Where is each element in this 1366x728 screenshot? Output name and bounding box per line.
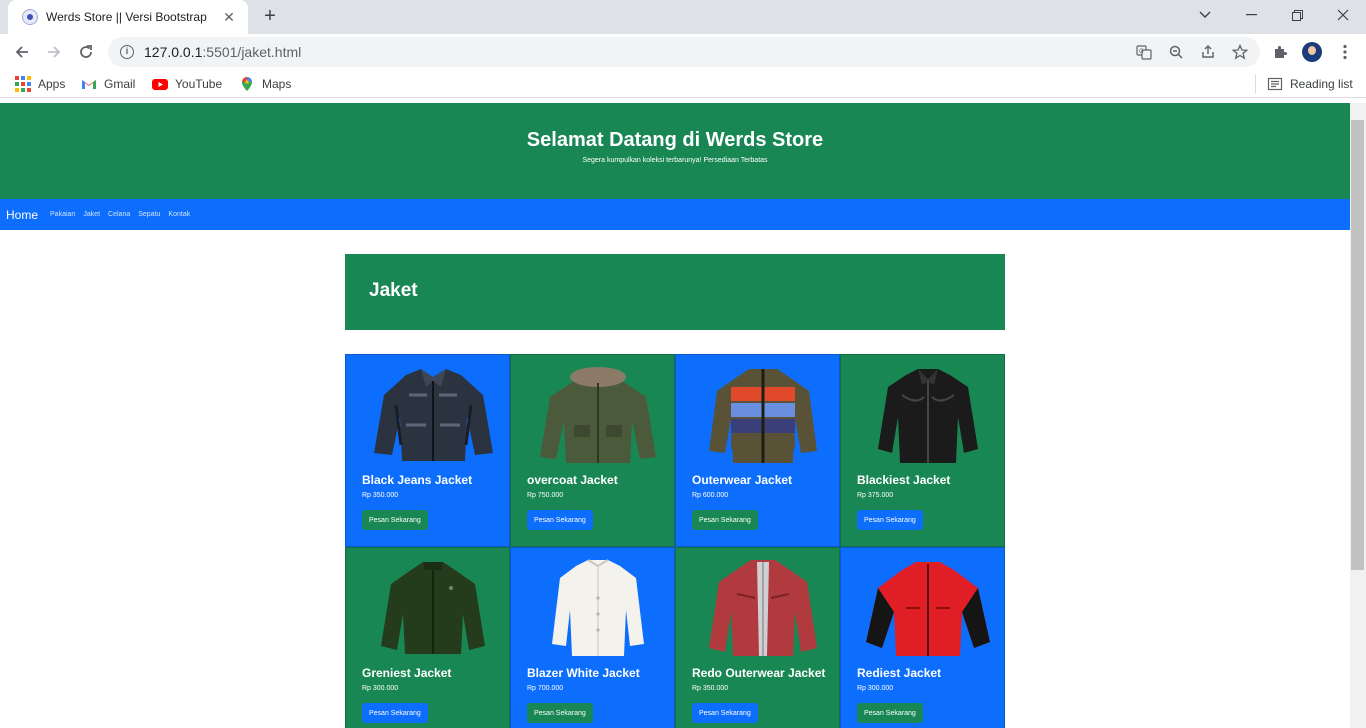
bookmarks-bar: Apps Gmail YouTube Maps Reading list xyxy=(0,70,1366,98)
tab-close-icon[interactable]: ✕ xyxy=(220,9,238,26)
product-image xyxy=(371,363,496,467)
restore-icon[interactable] xyxy=(1274,0,1320,30)
maps-icon xyxy=(239,76,255,92)
reading-list-label: Reading list xyxy=(1290,77,1353,91)
nav-link-pakaian[interactable]: Pakaian xyxy=(50,211,75,218)
bookmark-label: Gmail xyxy=(104,77,136,91)
order-button[interactable]: Pesan Sekarang xyxy=(857,510,923,530)
menu-kebab-icon[interactable] xyxy=(1335,42,1355,62)
product-card: Greniest Jacket Rp 300.000 Pesan Sekarang xyxy=(345,547,510,728)
product-image xyxy=(536,556,661,660)
url-text: 127.0.0.1:5501/jaket.html xyxy=(144,44,302,60)
site-favicon-icon xyxy=(22,9,38,25)
close-window-icon[interactable] xyxy=(1320,0,1366,30)
product-image xyxy=(866,363,991,467)
bookmark-youtube[interactable]: YouTube xyxy=(152,75,222,93)
product-price: Rp 700.000 xyxy=(527,685,564,692)
product-image xyxy=(701,363,826,467)
bookmark-star-icon[interactable] xyxy=(1231,43,1249,61)
bookmarks-divider xyxy=(1255,74,1256,94)
browser-toolbar: i 127.0.0.1:5501/jaket.html G xyxy=(0,34,1366,70)
product-image xyxy=(701,556,826,660)
product-price: Rp 750.000 xyxy=(527,492,564,499)
order-button[interactable]: Pesan Sekarang xyxy=(362,703,428,723)
translate-icon[interactable]: G xyxy=(1135,43,1153,61)
nav-link-celana[interactable]: Celana xyxy=(108,211,130,218)
extensions-icon[interactable] xyxy=(1270,42,1290,62)
product-image xyxy=(536,363,661,467)
new-tab-icon[interactable]: + xyxy=(258,5,282,29)
order-button[interactable]: Pesan Sekarang xyxy=(857,703,923,723)
product-card: Black Jeans Jacket Rp 350.000 Pesan Sekara… xyxy=(345,354,510,547)
product-name: Rediest Jacket xyxy=(857,666,942,680)
product-price: Rp 350.000 xyxy=(692,685,729,692)
scrollbar-thumb[interactable] xyxy=(1351,120,1364,570)
product-image xyxy=(371,556,496,660)
product-name: Black Jeans Jacket xyxy=(362,473,473,487)
tab-title: Werds Store || Versi Bootstrap xyxy=(46,10,207,24)
product-card: Redo Outerwear Jacket Rp 350.000 Pesan Sek… xyxy=(675,547,840,728)
bookmark-gmail[interactable]: Gmail xyxy=(81,75,135,93)
product-name: Blackiest Jacket xyxy=(857,473,951,487)
order-button[interactable]: Pesan Sekarang xyxy=(362,510,428,530)
gmail-icon xyxy=(81,76,97,92)
reload-icon[interactable] xyxy=(72,38,100,66)
tab-search-icon[interactable] xyxy=(1182,0,1228,30)
product-card: Rediest Jacket Rp 300.000 Pesan Sekarang xyxy=(840,547,1005,728)
product-price: Rp 350.000 xyxy=(362,492,399,499)
browser-tab-strip: Werds Store || Versi Bootstrap ✕ + xyxy=(0,0,1366,34)
reading-list-icon xyxy=(1267,76,1283,92)
hero-banner: Selamat Datang di Werds Store Segera kum… xyxy=(0,103,1350,199)
product-name: overcoat Jacket xyxy=(527,473,618,487)
site-navbar: Home Pakaian Jaket Celana Sepatu Kontak xyxy=(0,199,1350,230)
nav-brand-home[interactable]: Home xyxy=(6,208,38,222)
section-header: Jaket xyxy=(345,254,1005,330)
hero-subtitle: Segera kumpulkan koleksi terbarunya! Per… xyxy=(582,157,768,164)
nav-link-kontak[interactable]: Kontak xyxy=(168,211,190,218)
profile-avatar[interactable] xyxy=(1302,42,1322,62)
order-button[interactable]: Pesan Sekarang xyxy=(527,510,593,530)
order-button[interactable]: Pesan Sekarang xyxy=(692,510,758,530)
product-card: overcoat Jacket Rp 750.000 Pesan Sekarang xyxy=(510,354,675,547)
share-icon[interactable] xyxy=(1199,43,1217,61)
product-name: Redo Outerwear Jacket xyxy=(692,666,826,680)
forward-icon[interactable] xyxy=(40,38,68,66)
site-info-icon[interactable]: i xyxy=(120,45,134,59)
product-name: Blazer White Jacket xyxy=(527,666,640,680)
youtube-icon xyxy=(152,76,168,92)
product-grid: Black Jeans Jacket Rp 350.000 Pesan Sekara… xyxy=(345,354,1005,728)
product-price: Rp 600.000 xyxy=(692,492,729,499)
svg-text:G: G xyxy=(1139,48,1144,55)
browser-tab[interactable]: Werds Store || Versi Bootstrap ✕ xyxy=(8,0,248,34)
apps-grid-icon xyxy=(15,76,31,92)
product-image xyxy=(866,556,991,660)
product-price: Rp 300.000 xyxy=(362,685,399,692)
back-icon[interactable] xyxy=(8,38,36,66)
product-name: Outerwear Jacket xyxy=(692,473,793,487)
page-viewport: Selamat Datang di Werds Store Segera kum… xyxy=(0,103,1350,728)
product-price: Rp 300.000 xyxy=(857,685,894,692)
hero-title: Selamat Datang di Werds Store xyxy=(526,129,824,151)
product-price: Rp 375.000 xyxy=(857,492,894,499)
minimize-icon[interactable] xyxy=(1228,0,1274,30)
order-button[interactable]: Pesan Sekarang xyxy=(692,703,758,723)
order-button[interactable]: Pesan Sekarang xyxy=(527,703,593,723)
nav-link-jaket[interactable]: Jaket xyxy=(83,211,100,218)
bookmark-label: Maps xyxy=(262,77,292,91)
bookmark-label: Apps xyxy=(38,77,66,91)
product-card: Outerwear Jacket Rp 600.000 Pesan Sekarang xyxy=(675,354,840,547)
bookmark-apps[interactable]: Apps xyxy=(15,75,65,93)
bookmark-label: YouTube xyxy=(175,77,223,91)
product-card: Blazer White Jacket Rp 700.000 Pesan Sekar… xyxy=(510,547,675,728)
bookmark-maps[interactable]: Maps xyxy=(239,75,291,93)
reading-list-button[interactable]: Reading list xyxy=(1267,75,1353,93)
section-title: Jaket xyxy=(369,280,418,301)
zoom-icon[interactable] xyxy=(1167,43,1185,61)
product-card: Blackiest Jacket Rp 375.000 Pesan Sekarang xyxy=(840,354,1005,547)
address-bar[interactable]: i 127.0.0.1:5501/jaket.html G xyxy=(108,37,1260,67)
nav-link-sepatu[interactable]: Sepatu xyxy=(138,211,160,218)
product-name: Greniest Jacket xyxy=(362,666,452,680)
